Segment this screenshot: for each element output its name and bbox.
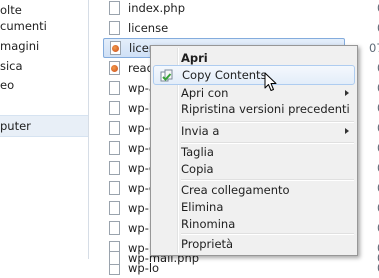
menu-item-label: Invia a — [181, 124, 220, 138]
file-icon — [109, 161, 120, 175]
file-name: index.php — [128, 1, 186, 15]
php-file-icon — [109, 61, 120, 75]
nav-item-label: eo — [0, 78, 15, 92]
menu-item-restore-previous-versions[interactable]: Ripristina versioni precedenti — [153, 99, 355, 119]
file-icon — [109, 251, 120, 265]
file-row[interactable]: index.php 07 — [97, 0, 379, 18]
file-icon — [109, 101, 120, 115]
menu-item-properties[interactable]: Proprietà — [153, 234, 355, 254]
menu-item-copy[interactable]: Copia — [153, 159, 355, 179]
nav-item-documenti[interactable]: cumenti — [0, 16, 47, 36]
submenu-arrow-icon — [345, 128, 349, 134]
file-icon — [109, 1, 120, 15]
file-icon — [109, 21, 120, 35]
file-date: 07 — [369, 41, 379, 55]
copy-contents-icon — [160, 69, 174, 83]
nav-item-label: sica — [0, 59, 23, 73]
context-menu: Apri Copy Contents Apri con Ripristina v… — [150, 45, 358, 256]
nav-item-computer[interactable]: puter — [0, 115, 88, 137]
file-name: license — [128, 21, 169, 35]
menu-item-label: Ripristina versioni precedenti — [181, 102, 350, 116]
file-icon — [109, 201, 120, 215]
navigation-pane: olte cumenti magini sica eo puter — [0, 0, 89, 259]
nav-item-immagini[interactable]: magini — [0, 36, 39, 56]
mouse-cursor-icon — [264, 72, 278, 92]
menu-item-rename[interactable]: Rinomina — [153, 214, 355, 234]
file-icon — [109, 121, 120, 135]
menu-item-label: Rinomina — [181, 217, 236, 231]
nav-item-label: puter — [0, 119, 31, 133]
nav-item-video[interactable]: eo — [0, 75, 14, 95]
file-icon — [109, 181, 120, 195]
menu-item-label: Copy Contents — [182, 68, 267, 82]
menu-item-copy-contents[interactable]: Copy Contents — [153, 65, 355, 85]
nav-item-label: magini — [0, 39, 40, 53]
nav-item-label: olte — [0, 3, 22, 17]
menu-item-label: Copia — [181, 162, 214, 176]
file-icon — [109, 221, 120, 235]
nav-item-label: cumenti — [0, 19, 47, 33]
nav-item-musica[interactable]: sica — [0, 56, 23, 76]
menu-item-label: Proprietà — [181, 237, 234, 251]
file-row[interactable]: license 07 — [97, 18, 379, 38]
file-icon — [109, 81, 120, 95]
submenu-arrow-icon — [345, 90, 349, 96]
file-icon — [109, 141, 120, 155]
menu-item-send-to[interactable]: Invia a — [153, 121, 355, 141]
php-file-icon — [110, 41, 121, 55]
